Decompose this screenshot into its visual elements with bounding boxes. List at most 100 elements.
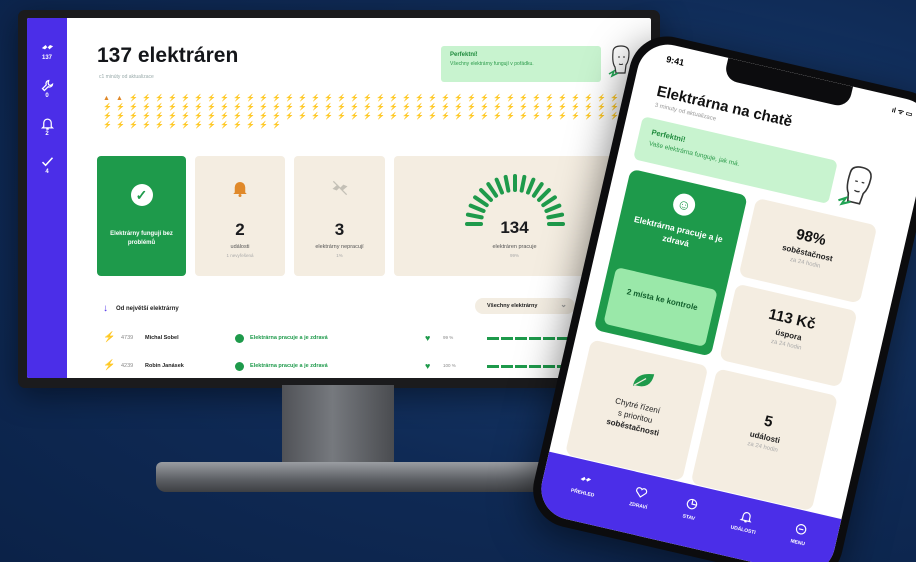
plant-ok-icon[interactable]: ⚡: [545, 104, 554, 111]
tile-self-sufficiency[interactable]: 98% soběstačnost za 24 hodin: [738, 197, 878, 304]
plant-ok-icon[interactable]: ⚡: [311, 95, 320, 102]
plant-ok-icon[interactable]: ⚡: [233, 104, 242, 111]
plant-ok-icon[interactable]: ⚡: [363, 113, 372, 120]
sidebar-item-service[interactable]: 0: [40, 78, 55, 99]
plant-ok-icon[interactable]: ⚡: [285, 104, 294, 111]
plant-ok-icon[interactable]: ⚡: [259, 113, 268, 120]
plant-ok-icon[interactable]: ⚡: [389, 113, 398, 120]
plant-ok-icon[interactable]: ⚡: [181, 113, 190, 120]
plant-ok-icon[interactable]: ⚡: [454, 104, 463, 111]
plant-ok-icon[interactable]: ⚡: [246, 113, 255, 120]
plant-ok-icon[interactable]: ⚡: [441, 113, 450, 120]
plant-ok-icon[interactable]: ⚡: [389, 104, 398, 111]
plant-warning-icon[interactable]: ▲: [116, 95, 123, 102]
plant-ok-icon[interactable]: ⚡: [181, 104, 190, 111]
nav-health[interactable]: ZDRAVÍ: [623, 484, 652, 537]
plant-ok-icon[interactable]: ⚡: [428, 104, 437, 111]
plant-ok-icon[interactable]: ⚡: [493, 104, 502, 111]
plant-ok-icon[interactable]: ⚡: [428, 95, 437, 102]
plant-ok-icon[interactable]: ⚡: [233, 95, 242, 102]
plant-ok-icon[interactable]: ⚡: [571, 95, 580, 102]
plant-ok-icon[interactable]: ⚡: [480, 113, 489, 120]
plant-ok-icon[interactable]: ⚡: [129, 122, 138, 129]
plant-ok-icon[interactable]: ⚡: [571, 113, 580, 120]
plant-ok-icon[interactable]: ⚡: [324, 95, 333, 102]
plant-ok-icon[interactable]: ⚡: [597, 104, 606, 111]
plant-ok-icon[interactable]: ⚡: [272, 95, 281, 102]
table-row[interactable]: ⚡ 4239 Robin Janásek Elektrárna pracuje …: [103, 360, 633, 374]
plant-ok-icon[interactable]: ⚡: [519, 95, 528, 102]
plant-ok-icon[interactable]: ⚡: [220, 104, 229, 111]
plant-ok-icon[interactable]: ⚡: [324, 113, 333, 120]
plant-ok-icon[interactable]: ⚡: [480, 95, 489, 102]
plant-ok-icon[interactable]: ⚡: [350, 95, 359, 102]
plant-ok-icon[interactable]: ⚡: [207, 95, 216, 102]
filter-select[interactable]: Všechny elektrárny: [475, 298, 575, 314]
plant-ok-icon[interactable]: ⚡: [337, 104, 346, 111]
plant-ok-icon[interactable]: ⚡: [415, 104, 424, 111]
plant-ok-icon[interactable]: ⚡: [506, 104, 515, 111]
plant-ok-icon[interactable]: ⚡: [103, 104, 112, 111]
card-not-working[interactable]: 3 elektrárny nepracují 1%: [294, 156, 385, 276]
plant-ok-icon[interactable]: ⚡: [389, 95, 398, 102]
plant-ok-icon[interactable]: ⚡: [103, 113, 112, 120]
plant-ok-icon[interactable]: ⚡: [103, 122, 112, 129]
plant-ok-icon[interactable]: ⚡: [142, 122, 151, 129]
plant-ok-icon[interactable]: ⚡: [441, 95, 450, 102]
plant-offline-icon[interactable]: ⚡: [246, 122, 255, 129]
plant-ok-icon[interactable]: ⚡: [506, 95, 515, 102]
plant-ok-icon[interactable]: ⚡: [350, 104, 359, 111]
plant-ok-icon[interactable]: ⚡: [532, 113, 541, 120]
plant-ok-icon[interactable]: ⚡: [155, 122, 164, 129]
nav-events[interactable]: UDÁLOSTI: [724, 507, 760, 561]
plant-ok-icon[interactable]: ⚡: [311, 113, 320, 120]
plant-ok-icon[interactable]: ⚡: [168, 104, 177, 111]
plant-ok-icon[interactable]: ⚡: [181, 122, 190, 129]
tile-plant-health[interactable]: ☺ Elektrárna pracuje a je zdravá 2 místa…: [593, 168, 748, 357]
plant-ok-icon[interactable]: ⚡: [571, 104, 580, 111]
plant-ok-icon[interactable]: ⚡: [142, 95, 151, 102]
plant-ok-icon[interactable]: ⚡: [337, 95, 346, 102]
plant-ok-icon[interactable]: ⚡: [324, 104, 333, 111]
plant-ok-icon[interactable]: ⚡: [129, 113, 138, 120]
plant-ok-icon[interactable]: ⚡: [142, 104, 151, 111]
plant-ok-icon[interactable]: ⚡: [467, 104, 476, 111]
plant-ok-icon[interactable]: ⚡: [610, 104, 619, 111]
plant-ok-icon[interactable]: ⚡: [350, 113, 359, 120]
plant-ok-icon[interactable]: ⚡: [532, 104, 541, 111]
plant-ok-icon[interactable]: ⚡: [402, 95, 411, 102]
plant-ok-icon[interactable]: ⚡: [428, 113, 437, 120]
plant-ok-icon[interactable]: ⚡: [558, 104, 567, 111]
plant-ok-icon[interactable]: ⚡: [129, 104, 138, 111]
plant-ok-icon[interactable]: ⚡: [597, 95, 606, 102]
plant-ok-icon[interactable]: ⚡: [207, 104, 216, 111]
table-row[interactable]: ⚡ 4739 Michal Sobel Elektrárna pracuje a…: [103, 332, 633, 346]
plant-ok-icon[interactable]: ⚡: [415, 95, 424, 102]
plant-ok-icon[interactable]: ⚡: [246, 95, 255, 102]
tile-savings[interactable]: 113 Kč úspora za 24 hodin: [719, 283, 858, 388]
plant-ok-icon[interactable]: ⚡: [519, 113, 528, 120]
plant-ok-icon[interactable]: ⚡: [363, 104, 372, 111]
plant-ok-icon[interactable]: ⚡: [441, 104, 450, 111]
plant-ok-icon[interactable]: ⚡: [311, 104, 320, 111]
plant-ok-icon[interactable]: ⚡: [220, 113, 229, 120]
plant-ok-icon[interactable]: ⚡: [168, 122, 177, 129]
plant-ok-icon[interactable]: ⚡: [493, 113, 502, 120]
plant-ok-icon[interactable]: ⚡: [272, 104, 281, 111]
plant-ok-icon[interactable]: ⚡: [181, 95, 190, 102]
plant-ok-icon[interactable]: ⚡: [298, 95, 307, 102]
sort-control[interactable]: ↓ Od největší elektrárny: [103, 303, 179, 314]
plant-ok-icon[interactable]: ⚡: [454, 113, 463, 120]
plant-warning-icon[interactable]: ▲: [103, 95, 110, 102]
plant-ok-icon[interactable]: ⚡: [259, 104, 268, 111]
plant-ok-icon[interactable]: ⚡: [220, 122, 229, 129]
plant-ok-icon[interactable]: ⚡: [155, 95, 164, 102]
plant-ok-icon[interactable]: ⚡: [467, 113, 476, 120]
plant-ok-icon[interactable]: ⚡: [558, 113, 567, 120]
nav-overview[interactable]: PŘEHLED: [564, 470, 599, 524]
plant-ok-icon[interactable]: ⚡: [337, 113, 346, 120]
plant-ok-icon[interactable]: ⚡: [168, 95, 177, 102]
nav-menu[interactable]: MENU: [784, 521, 810, 562]
plant-ok-icon[interactable]: ⚡: [545, 113, 554, 120]
plant-ok-icon[interactable]: ⚡: [155, 113, 164, 120]
